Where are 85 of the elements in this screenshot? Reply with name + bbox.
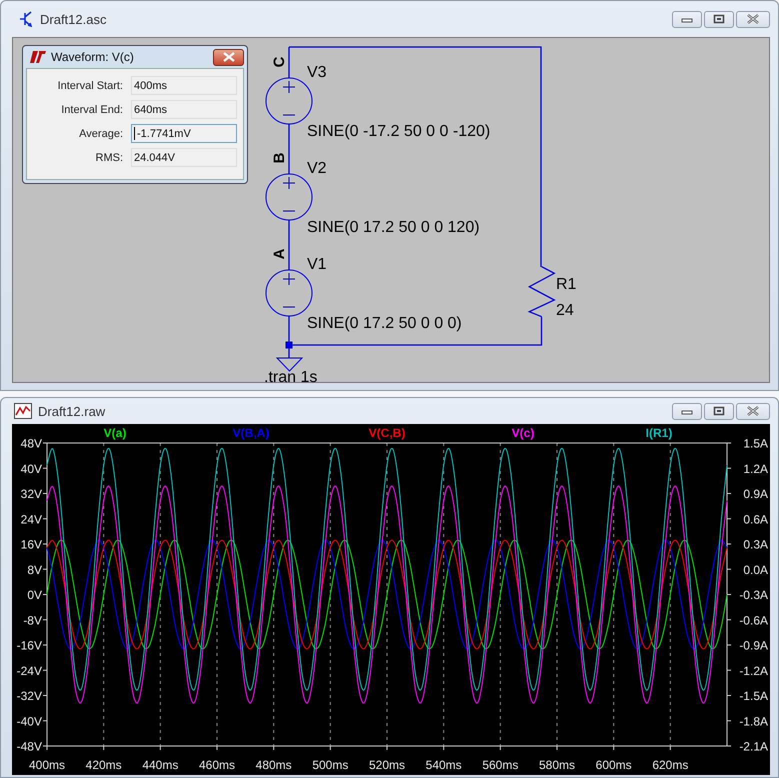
source-name: V3 xyxy=(307,64,327,81)
y-tick-label: 24V xyxy=(20,512,42,526)
node-label: C xyxy=(271,56,288,68)
spice-directive: .tran 1s xyxy=(264,369,318,383)
legend-label[interactable]: I(R1) xyxy=(646,426,672,440)
node-label: B xyxy=(271,152,288,164)
field-label: RMS: xyxy=(94,152,123,164)
x-tick-label: 500ms xyxy=(312,758,348,772)
logo-icon xyxy=(29,50,47,64)
close-icon xyxy=(746,14,760,24)
y-tick-label: -8V xyxy=(23,613,42,628)
y-tick-label: 0.3A xyxy=(743,538,768,552)
source-value: SINE(0 -17.2 50 0 0 -120) xyxy=(307,123,490,140)
x-tick-label: 600ms xyxy=(596,758,632,772)
x-tick-label: 460ms xyxy=(198,758,236,772)
y-tick-label: 1.2A xyxy=(743,462,768,476)
y-tick-label: -16V xyxy=(16,638,42,652)
resistor-name: R1 xyxy=(556,276,576,293)
y-tick-label: -0.6A xyxy=(739,613,768,628)
y-tick-label: -0.9A xyxy=(739,638,768,652)
voltage-source-icon xyxy=(266,78,312,124)
x-tick-label: 400ms xyxy=(28,758,66,772)
y-tick-label: 8V xyxy=(27,562,42,577)
maximize-button[interactable] xyxy=(704,402,734,420)
y-tick-label: 48V xyxy=(20,436,42,450)
y-tick-label: -32V xyxy=(16,689,42,703)
value-field[interactable]: 640ms xyxy=(131,100,237,119)
y-tick-label: 16V xyxy=(20,538,42,552)
value-field[interactable]: -1.7741mV xyxy=(131,124,237,143)
source-name: V2 xyxy=(307,160,327,177)
x-tick-label: 440ms xyxy=(142,758,178,772)
voltage-source-icon xyxy=(266,270,312,316)
close-icon xyxy=(746,406,760,416)
maximize-icon xyxy=(713,406,725,416)
close-button[interactable] xyxy=(736,402,770,420)
field-label: Interval Start: xyxy=(56,80,123,92)
x-tick-label: 560ms xyxy=(482,758,518,772)
x-tick-label: 420ms xyxy=(86,758,122,772)
y-tick-label: -1.5A xyxy=(739,689,768,703)
legend-label[interactable]: V(c) xyxy=(512,426,534,440)
y-tick-label: 0V xyxy=(27,588,42,602)
ground-icon xyxy=(276,358,304,372)
resistor-value: 24 xyxy=(556,302,574,319)
source-name: V1 xyxy=(307,256,327,273)
y-tick-label: -48V xyxy=(16,740,42,754)
y-tick-label: -1.8A xyxy=(739,714,768,728)
minimize-button[interactable] xyxy=(672,10,702,28)
field-label: Average: xyxy=(78,128,123,140)
y-tick-label: 0.0A xyxy=(743,562,768,577)
resistor-icon xyxy=(528,266,556,318)
maximize-button[interactable] xyxy=(704,10,734,28)
window-title: Draft12.asc xyxy=(40,12,106,26)
x-tick-label: 540ms xyxy=(426,758,462,772)
value-field[interactable]: 400ms xyxy=(131,76,237,95)
window-title: Draft12.raw xyxy=(38,404,106,418)
y-tick-label: -2.1A xyxy=(739,740,768,754)
y-tick-label: 1.5A xyxy=(743,436,768,450)
x-tick-label: 620ms xyxy=(652,758,688,772)
y-tick-label: 40V xyxy=(20,462,42,476)
y-tick-label: -1.2A xyxy=(739,664,768,678)
source-value: SINE(0 17.2 50 0 0 120) xyxy=(307,219,480,236)
x-tick-label: 580ms xyxy=(538,758,576,772)
source-value: SINE(0 17.2 50 0 0 0) xyxy=(307,315,462,332)
field-label: Interval End: xyxy=(60,104,123,116)
close-button[interactable] xyxy=(213,48,244,66)
transistor-icon xyxy=(18,11,34,27)
dialog-title: Waveform: V(c) xyxy=(51,50,134,64)
minimize-button[interactable] xyxy=(672,402,702,420)
y-tick-label: -40V xyxy=(16,714,42,728)
y-tick-label: 0.6A xyxy=(743,512,768,526)
close-button[interactable] xyxy=(736,10,770,28)
legend-label[interactable]: V(C,B) xyxy=(368,426,406,440)
close-icon xyxy=(222,52,236,62)
legend-label[interactable]: V(a) xyxy=(104,426,126,440)
y-tick-label: 32V xyxy=(20,487,42,501)
y-tick-label: 0.9A xyxy=(743,487,768,501)
x-tick-label: 480ms xyxy=(256,758,292,772)
value-field[interactable]: 24.044V xyxy=(131,148,237,167)
node-label: A xyxy=(271,248,288,260)
y-tick-label: -0.3A xyxy=(739,588,768,602)
voltage-source-icon xyxy=(266,174,312,220)
x-tick-label: 520ms xyxy=(368,758,406,772)
chart-icon xyxy=(14,403,32,419)
y-tick-label: -24V xyxy=(16,664,42,678)
maximize-icon xyxy=(713,14,725,24)
